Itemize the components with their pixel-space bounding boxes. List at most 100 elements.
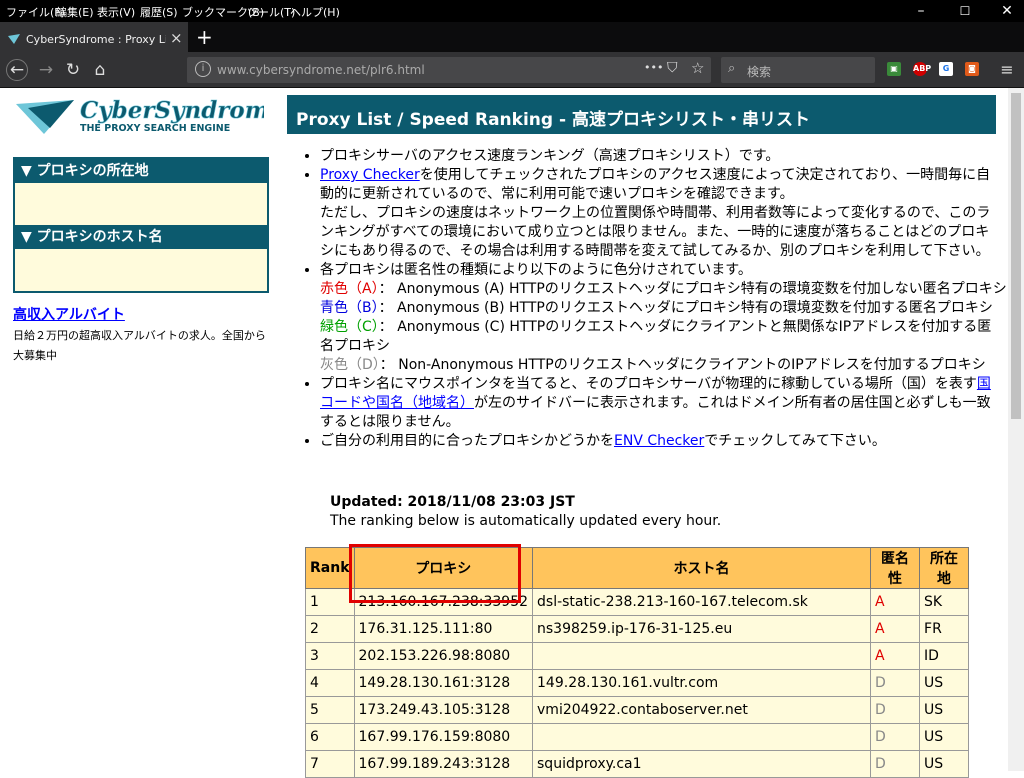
logo-tagline: THE PROXY SEARCH ENGINE bbox=[80, 123, 230, 134]
legend-b-label: 青色（B） bbox=[320, 300, 379, 316]
search-icon: ⌕ bbox=[728, 61, 736, 76]
proxy-cell[interactable]: 149.28.130.161:3128 bbox=[353, 669, 534, 697]
updated-note: The ranking below is automatically updat… bbox=[330, 513, 722, 529]
location-cell: FR bbox=[919, 615, 970, 643]
hostname-panel-body bbox=[15, 249, 267, 291]
anonymity-cell: D bbox=[870, 669, 921, 697]
bookmark-star-icon[interactable]: ☆ bbox=[691, 59, 704, 77]
hostname-cell bbox=[532, 642, 872, 670]
info-icon[interactable]: i bbox=[195, 61, 211, 77]
hostname-panel-title: ▼ プロキシのホスト名 bbox=[15, 225, 267, 249]
proxy-cell[interactable]: 167.99.176.159:8080 bbox=[353, 723, 534, 751]
legend-a: 赤色（A）： Anonymous (A) HTTPのリクエストヘッダにプロキシ特… bbox=[320, 280, 1007, 299]
update-info: Updated: 2018/11/08 23:03 JST The rankin… bbox=[330, 493, 721, 531]
scrollbar-thumb[interactable] bbox=[1011, 93, 1021, 419]
highlight-box bbox=[349, 544, 521, 603]
pocket-icon[interactable]: ⛉ bbox=[667, 60, 678, 76]
location-cell: US bbox=[919, 750, 970, 778]
rank-cell: 2 bbox=[305, 615, 355, 643]
table-row[interactable]: 2 176.31.125.111:80 ns398259.ip-176-31-1… bbox=[305, 615, 970, 643]
menu-edit[interactable]: 編集(E) bbox=[56, 4, 94, 20]
page-title: Proxy List / Speed Ranking - 高速プロキシリスト・串… bbox=[296, 110, 810, 130]
hostname-cell: 149.28.130.161.vultr.com bbox=[532, 669, 872, 697]
table-row[interactable]: 7 167.99.189.243:3128 squidproxy.ca1 D U… bbox=[305, 750, 970, 778]
favicon-icon bbox=[8, 34, 20, 44]
anonymity-cell: A bbox=[870, 615, 921, 643]
page-scrollbar[interactable] bbox=[1008, 88, 1024, 771]
cybersyndrome-logo[interactable]: CyberSyndrome THE PROXY SEARCH ENGINE bbox=[14, 94, 284, 138]
list-item: ご自分の利用目的に合ったプロキシかどうかをENV Checkerでチェックしてみ… bbox=[320, 432, 997, 451]
legend-b-desc: ： Anonymous (B) HTTPのリクエストヘッダにプロキシ特有の環境変… bbox=[378, 300, 993, 316]
rank-cell: 3 bbox=[305, 642, 355, 670]
page-actions-icon[interactable]: ••• bbox=[644, 61, 663, 74]
hostname-cell bbox=[532, 723, 872, 751]
menu-tools[interactable]: ツール(T) bbox=[247, 4, 295, 20]
bullet-text: を使用してチェックされたプロキシのアクセス速度によって決定されており、一時間毎に… bbox=[320, 167, 991, 202]
hostname-cell: squidproxy.ca1 bbox=[532, 750, 872, 778]
close-tab-icon[interactable]: × bbox=[170, 29, 183, 47]
menu-history[interactable]: 履歴(S) bbox=[140, 4, 178, 20]
legend-b: 青色（B）： Anonymous (B) HTTPのリクエストヘッダにプロキシ特… bbox=[320, 299, 997, 318]
adblock-plus-icon[interactable]: ABP bbox=[913, 62, 931, 76]
header-hostname: ホスト名 bbox=[532, 547, 872, 589]
header-rank: Rank bbox=[305, 547, 355, 589]
new-tab-icon[interactable]: + bbox=[196, 25, 213, 49]
reload-icon[interactable]: ↻ bbox=[62, 59, 84, 81]
ad-text: 日給２万円の超高収入アルバイトの求人。全国から大募集中 bbox=[13, 329, 266, 362]
menu-bar: ファイル(F) 編集(E) 表示(V) 履歴(S) ブックマーク(B) ツール(… bbox=[0, 0, 1024, 22]
env-checker-link[interactable]: ENV Checker bbox=[614, 433, 704, 449]
menu-help[interactable]: ヘルプ(H) bbox=[290, 4, 340, 20]
anonymity-cell: A bbox=[870, 588, 921, 616]
forward-icon[interactable]: → bbox=[35, 59, 57, 81]
screenshot-icon[interactable]: ◙ bbox=[965, 62, 979, 76]
ad-link[interactable]: 高収入アルバイト bbox=[13, 304, 125, 324]
anonymity-cell: D bbox=[870, 750, 921, 778]
proxy-cell[interactable]: 167.99.189.243:3128 bbox=[353, 750, 534, 778]
list-item: プロキシ名にマウスポインタを当てると、そのプロキシサーバが物理的に稼動している場… bbox=[320, 375, 997, 432]
bullet-text: 各プロキシは匿名性の種類により以下のように色分けされています。 bbox=[320, 262, 752, 278]
legend-a-desc: ： Anonymous (A) HTTPのリクエストヘッダにプロキシ特有の環境変… bbox=[378, 281, 1007, 297]
header-location: 所在地 bbox=[919, 547, 970, 589]
proxy-cell[interactable]: 202.153.226.98:8080 bbox=[353, 642, 534, 670]
legend-c-label: 緑色（C） bbox=[320, 319, 379, 335]
google-translate-icon[interactable]: G bbox=[939, 62, 953, 76]
logo-graphic: CyberSyndrome THE PROXY SEARCH ENGINE bbox=[16, 97, 284, 134]
navigation-bar: ← → ↻ ⌂ i www.cybersyndrome.net/plr6.htm… bbox=[0, 52, 1024, 88]
proxy-cell[interactable]: 173.249.43.105:3128 bbox=[353, 696, 534, 724]
bullet-text: でチェックしてみて下さい。 bbox=[704, 433, 886, 449]
location-cell: SK bbox=[919, 588, 970, 616]
home-icon[interactable]: ⌂ bbox=[89, 59, 111, 81]
hamburger-menu-icon[interactable]: ≡ bbox=[996, 59, 1018, 81]
maximize-icon[interactable]: ☐ bbox=[958, 4, 972, 18]
hostname-cell: ns398259.ip-176-31-125.eu bbox=[532, 615, 872, 643]
sidebar-location-panel: ▼ プロキシの所在地 ▼ プロキシのホスト名 bbox=[13, 157, 269, 293]
rank-cell: 5 bbox=[305, 696, 355, 724]
legend-c: 緑色（C）： Anonymous (C) HTTPのリクエストヘッダにクライアン… bbox=[320, 318, 997, 356]
table-row[interactable]: 3 202.153.226.98:8080 A ID bbox=[305, 642, 970, 670]
tab-strip: CyberSyndrome : Proxy List / S| × + bbox=[0, 22, 1024, 54]
location-panel-title: ▼ プロキシの所在地 bbox=[15, 159, 267, 183]
minimize-icon[interactable]: – bbox=[914, 4, 928, 18]
intro-section: プロキシサーバのアクセス速度ランキング（高速プロキシリスト）です。 Proxy … bbox=[305, 147, 1007, 451]
menu-view[interactable]: 表示(V) bbox=[97, 4, 135, 20]
legend-d-label: 灰色（D） bbox=[320, 357, 380, 373]
table-row[interactable]: 5 173.249.43.105:3128 vmi204922.contabos… bbox=[305, 696, 970, 724]
page-title-bar: Proxy List / Speed Ranking - 高速プロキシリスト・串… bbox=[287, 95, 996, 134]
proxy-checker-link[interactable]: Proxy Checker bbox=[320, 167, 420, 183]
table-row[interactable]: 4 149.28.130.161:3128 149.28.130.161.vul… bbox=[305, 669, 970, 697]
url-text: www.cybersyndrome.net/plr6.html bbox=[217, 63, 425, 77]
evernote-icon[interactable]: ▣ bbox=[887, 62, 901, 76]
search-bar[interactable]: ⌕ 検索 bbox=[721, 57, 875, 83]
tab-cybersyndrome[interactable]: CyberSyndrome : Proxy List / S| × bbox=[0, 22, 188, 54]
anonymity-cell: D bbox=[870, 723, 921, 751]
url-bar[interactable]: i www.cybersyndrome.net/plr6.html ••• ⛉ … bbox=[187, 57, 711, 83]
rank-cell: 4 bbox=[305, 669, 355, 697]
legend-d-desc: ： Non-Anonymous HTTPのリクエストヘッダにクライアントのIPア… bbox=[379, 357, 986, 373]
list-item: Proxy Checkerを使用してチェックされたプロキシのアクセス速度によって… bbox=[320, 166, 997, 261]
close-window-icon[interactable]: ✕ bbox=[1000, 4, 1014, 18]
table-row[interactable]: 6 167.99.176.159:8080 D US bbox=[305, 723, 970, 751]
rank-cell: 6 bbox=[305, 723, 355, 751]
back-icon[interactable]: ← bbox=[6, 59, 28, 81]
anonymity-cell: D bbox=[870, 696, 921, 724]
proxy-cell[interactable]: 176.31.125.111:80 bbox=[353, 615, 534, 643]
